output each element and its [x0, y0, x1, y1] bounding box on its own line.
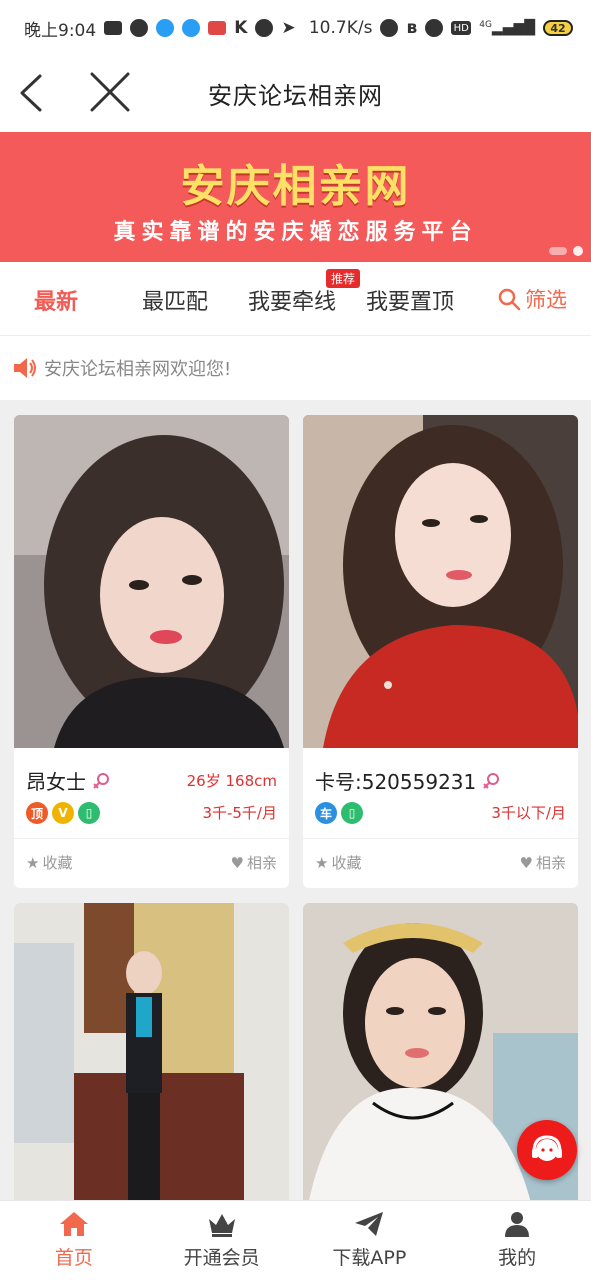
tab-pin-top[interactable]: 我要置顶 [366, 284, 454, 316]
send-icon [355, 1212, 384, 1236]
k-notification-icon: K [234, 18, 248, 38]
network-speed: 10.7K/s [308, 18, 373, 38]
profile-card[interactable]: 卡号:520559231 车 ▯ 3千以下/月 ★ 收藏 ♥ 相亲 [303, 415, 578, 888]
crown-icon [208, 1214, 235, 1237]
profile-photo[interactable] [303, 415, 578, 748]
location-pin-icon [380, 19, 399, 37]
tab-latest[interactable]: 最新 [34, 284, 78, 316]
location-arrow-icon: ➤ [281, 18, 296, 38]
favorite-button[interactable]: ★ 收藏 [315, 852, 361, 873]
profile-income: 3千-5千/月 [202, 804, 277, 822]
profile-photo[interactable] [303, 903, 578, 1236]
tab-matchmaking[interactable]: 我要牵线 [248, 284, 336, 316]
battery-icon: 42 [543, 20, 573, 36]
customer-service-button[interactable] [517, 1120, 577, 1180]
profile-name: 昂女士 [26, 770, 86, 794]
car-badge-icon: 车 [315, 802, 337, 824]
profile-card[interactable] [303, 903, 578, 1236]
search-icon [498, 288, 521, 311]
nav-profile-label: 我的 [498, 1247, 537, 1269]
banner-subtitle: 真实靠谱的安庆婚恋服务平台 [113, 220, 478, 245]
nav-membership-label: 开通会员 [183, 1247, 260, 1269]
star-icon: ★ [315, 853, 329, 872]
carousel-indicator [549, 246, 583, 256]
user-icon [505, 1212, 530, 1237]
recommend-badge: 推荐 [326, 269, 361, 288]
promo-banner[interactable]: 安庆相亲网 真实靠谱的安庆婚恋服务平台 [0, 132, 591, 262]
banner-title: 安庆相亲网 [180, 161, 411, 212]
heart-icon: ♥ [519, 853, 533, 872]
nav-download-app[interactable]: 下载APP [296, 1201, 444, 1280]
nav-home-label: 首页 [54, 1247, 93, 1269]
favorite-label: 收藏 [331, 854, 362, 872]
net-type-label: 4G [479, 20, 492, 30]
alarm-icon [425, 19, 444, 37]
favorite-button[interactable]: ★ 收藏 [26, 852, 72, 873]
match-button[interactable]: ♥ 相亲 [231, 852, 277, 873]
filter-button[interactable]: 筛选 [497, 284, 567, 314]
profile-age-height: 26岁 168cm [186, 772, 277, 790]
profile-badges: 车 ▯ [315, 802, 363, 824]
k-circle-notification-icon [255, 19, 274, 37]
bluetooth-icon: ʙ [406, 18, 418, 38]
video-notification-icon [208, 21, 227, 35]
filter-label: 筛选 [525, 288, 567, 312]
divider [303, 838, 578, 839]
battery-level: 42 [550, 21, 566, 35]
hd-icon: HD [451, 21, 472, 35]
chat-notification-icon [156, 19, 175, 37]
profile-income: 3千以下/月 [491, 804, 566, 822]
page-title: 安庆论坛相亲网 [208, 82, 383, 110]
nav-profile[interactable]: 我的 [443, 1201, 591, 1280]
nav-home[interactable]: 首页 [0, 1201, 148, 1280]
female-icon [93, 772, 109, 789]
divider [14, 838, 289, 839]
profile-photo[interactable] [14, 903, 289, 1236]
filter-tabs: 最新 最匹配 我要牵线 推荐 我要置顶 筛选 [0, 262, 591, 336]
profile-photo[interactable] [14, 415, 289, 748]
profile-name: 卡号:520559231 [315, 770, 477, 794]
bottom-nav: 首页 开通会员 下载APP 我的 [0, 1200, 591, 1280]
notice-text: 安庆论坛相亲网欢迎您! [44, 359, 232, 380]
female-icon [483, 772, 500, 789]
nav-membership[interactable]: 开通会员 [148, 1201, 296, 1280]
profile-card[interactable]: 昂女士 26岁 168cm 顶 V ▯ 3千-5千/月 ★ 收藏 ♥ 相亲 [14, 415, 289, 888]
signal-icon: 4G▂▄▆█ [479, 20, 535, 36]
carousel-dot-active[interactable] [573, 246, 583, 256]
profile-card[interactable] [14, 903, 289, 1236]
speaker-icon [14, 358, 36, 378]
message-notification-icon [182, 19, 201, 37]
top-badge-icon: 顶 [26, 802, 48, 824]
tab-best-match[interactable]: 最匹配 [142, 284, 208, 316]
status-bar: 晚上9:04 K ➤ 10.7K/s ʙ HD 4G▂▄▆█ 42 [0, 0, 591, 56]
headset-icon [532, 1135, 562, 1161]
phone-verified-icon: ▯ [341, 802, 363, 824]
heart-icon: ♥ [230, 853, 244, 872]
app-notification-icon [104, 21, 123, 35]
carousel-dot[interactable] [549, 247, 567, 255]
profile-badges: 顶 V ▯ [26, 802, 100, 824]
favorite-label: 收藏 [42, 854, 73, 872]
match-label: 相亲 [246, 854, 277, 872]
shield-notification-icon [130, 19, 149, 37]
star-icon: ★ [26, 853, 40, 872]
match-label: 相亲 [535, 854, 566, 872]
header: 安庆论坛相亲网 [0, 56, 591, 132]
notice-bar: 安庆论坛相亲网欢迎您! [0, 336, 591, 400]
match-button[interactable]: ♥ 相亲 [520, 852, 566, 873]
home-icon [59, 1212, 88, 1236]
phone-verified-icon: ▯ [78, 802, 100, 824]
status-time: 晚上9:04 [24, 20, 97, 41]
nav-download-label: 下载APP [332, 1247, 407, 1269]
vip-badge-icon: V [52, 802, 74, 824]
